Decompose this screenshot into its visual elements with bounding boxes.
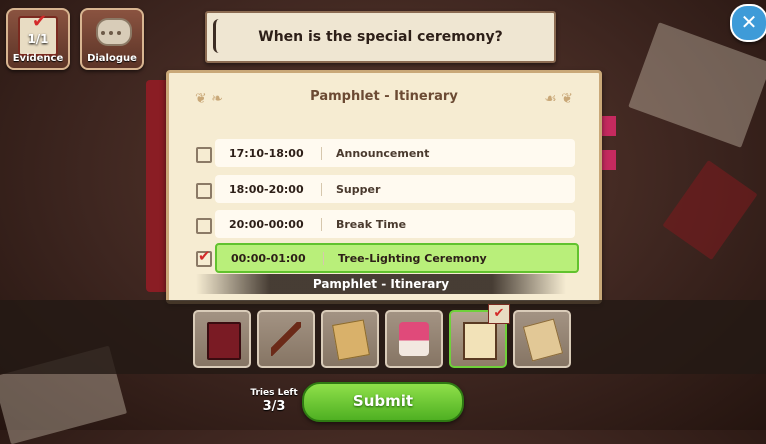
- row-event: Break Time: [336, 217, 407, 231]
- check-icon: ✔: [32, 11, 48, 32]
- pamphlet-panel: ❦ ❧ ☙ ❦ Pamphlet - Itinerary 17:10-18:00…: [166, 70, 602, 304]
- close-button[interactable]: ✕: [730, 4, 766, 42]
- row-checkbox[interactable]: [196, 247, 212, 267]
- row-checkbox[interactable]: [196, 147, 212, 163]
- evidence-label: Evidence: [12, 53, 64, 64]
- envelope-icon: [332, 319, 370, 361]
- speech-bubble-icon: [96, 18, 132, 46]
- evidence-slot[interactable]: [257, 310, 315, 368]
- key-icon: [271, 322, 301, 356]
- evidence-slot[interactable]: [321, 310, 379, 368]
- row-event: Announcement: [336, 146, 430, 160]
- itinerary-row[interactable]: 20:00-00:00 Break Time: [215, 210, 575, 238]
- cake-icon: [399, 322, 429, 356]
- submit-button[interactable]: Submit: [302, 382, 464, 422]
- evidence-button[interactable]: ✔ 1/1 Evidence: [6, 8, 70, 70]
- evidence-slot[interactable]: [193, 310, 251, 368]
- close-icon: ✕: [740, 10, 758, 34]
- selected-check-icon: ✔: [488, 304, 510, 324]
- question-text: When is the special ceremony?: [258, 29, 503, 45]
- itinerary-row[interactable]: 18:00-20:00 Supper: [215, 175, 575, 203]
- row-checkbox[interactable]: [196, 183, 212, 199]
- dialogue-button[interactable]: Dialogue: [80, 8, 144, 70]
- evidence-slot[interactable]: [385, 310, 443, 368]
- row-time: 20:00-00:00: [215, 217, 322, 231]
- tries-left-value: 3/3: [262, 399, 286, 414]
- dialogue-label: Dialogue: [87, 53, 137, 64]
- pamphlet-title: Pamphlet - Itinerary: [310, 89, 458, 104]
- background-book: [662, 160, 758, 260]
- question-banner: When is the special ceremony?: [205, 11, 556, 63]
- selection-caption: Pamphlet - Itinerary: [196, 274, 566, 294]
- row-time: 18:00-20:00: [215, 182, 322, 196]
- row-checkbox[interactable]: [196, 218, 212, 234]
- itinerary-row[interactable]: 00:00-01:00 Tree-Lighting Ceremony: [215, 243, 579, 273]
- row-event: Tree-Lighting Ceremony: [338, 251, 487, 265]
- evidence-tray: [0, 300, 766, 374]
- row-time: 00:00-01:00: [217, 251, 324, 265]
- evidence-count: 1/1: [27, 32, 49, 46]
- itinerary-row[interactable]: 17:10-18:00 Announcement: [215, 139, 575, 167]
- map-scroll-icon: [522, 318, 564, 362]
- tries-left-label: Tries Left: [250, 388, 298, 398]
- itinerary-list[interactable]: 17:10-18:00 Announcement 18:00-20:00 Supper…: [189, 127, 579, 297]
- red-book-icon: [207, 322, 241, 360]
- pamphlet-icon: [463, 322, 497, 360]
- spiral-binding-icon: [213, 19, 230, 53]
- row-event: Supper: [336, 182, 381, 196]
- row-time: 17:10-18:00: [215, 146, 322, 160]
- evidence-slot[interactable]: [513, 310, 571, 368]
